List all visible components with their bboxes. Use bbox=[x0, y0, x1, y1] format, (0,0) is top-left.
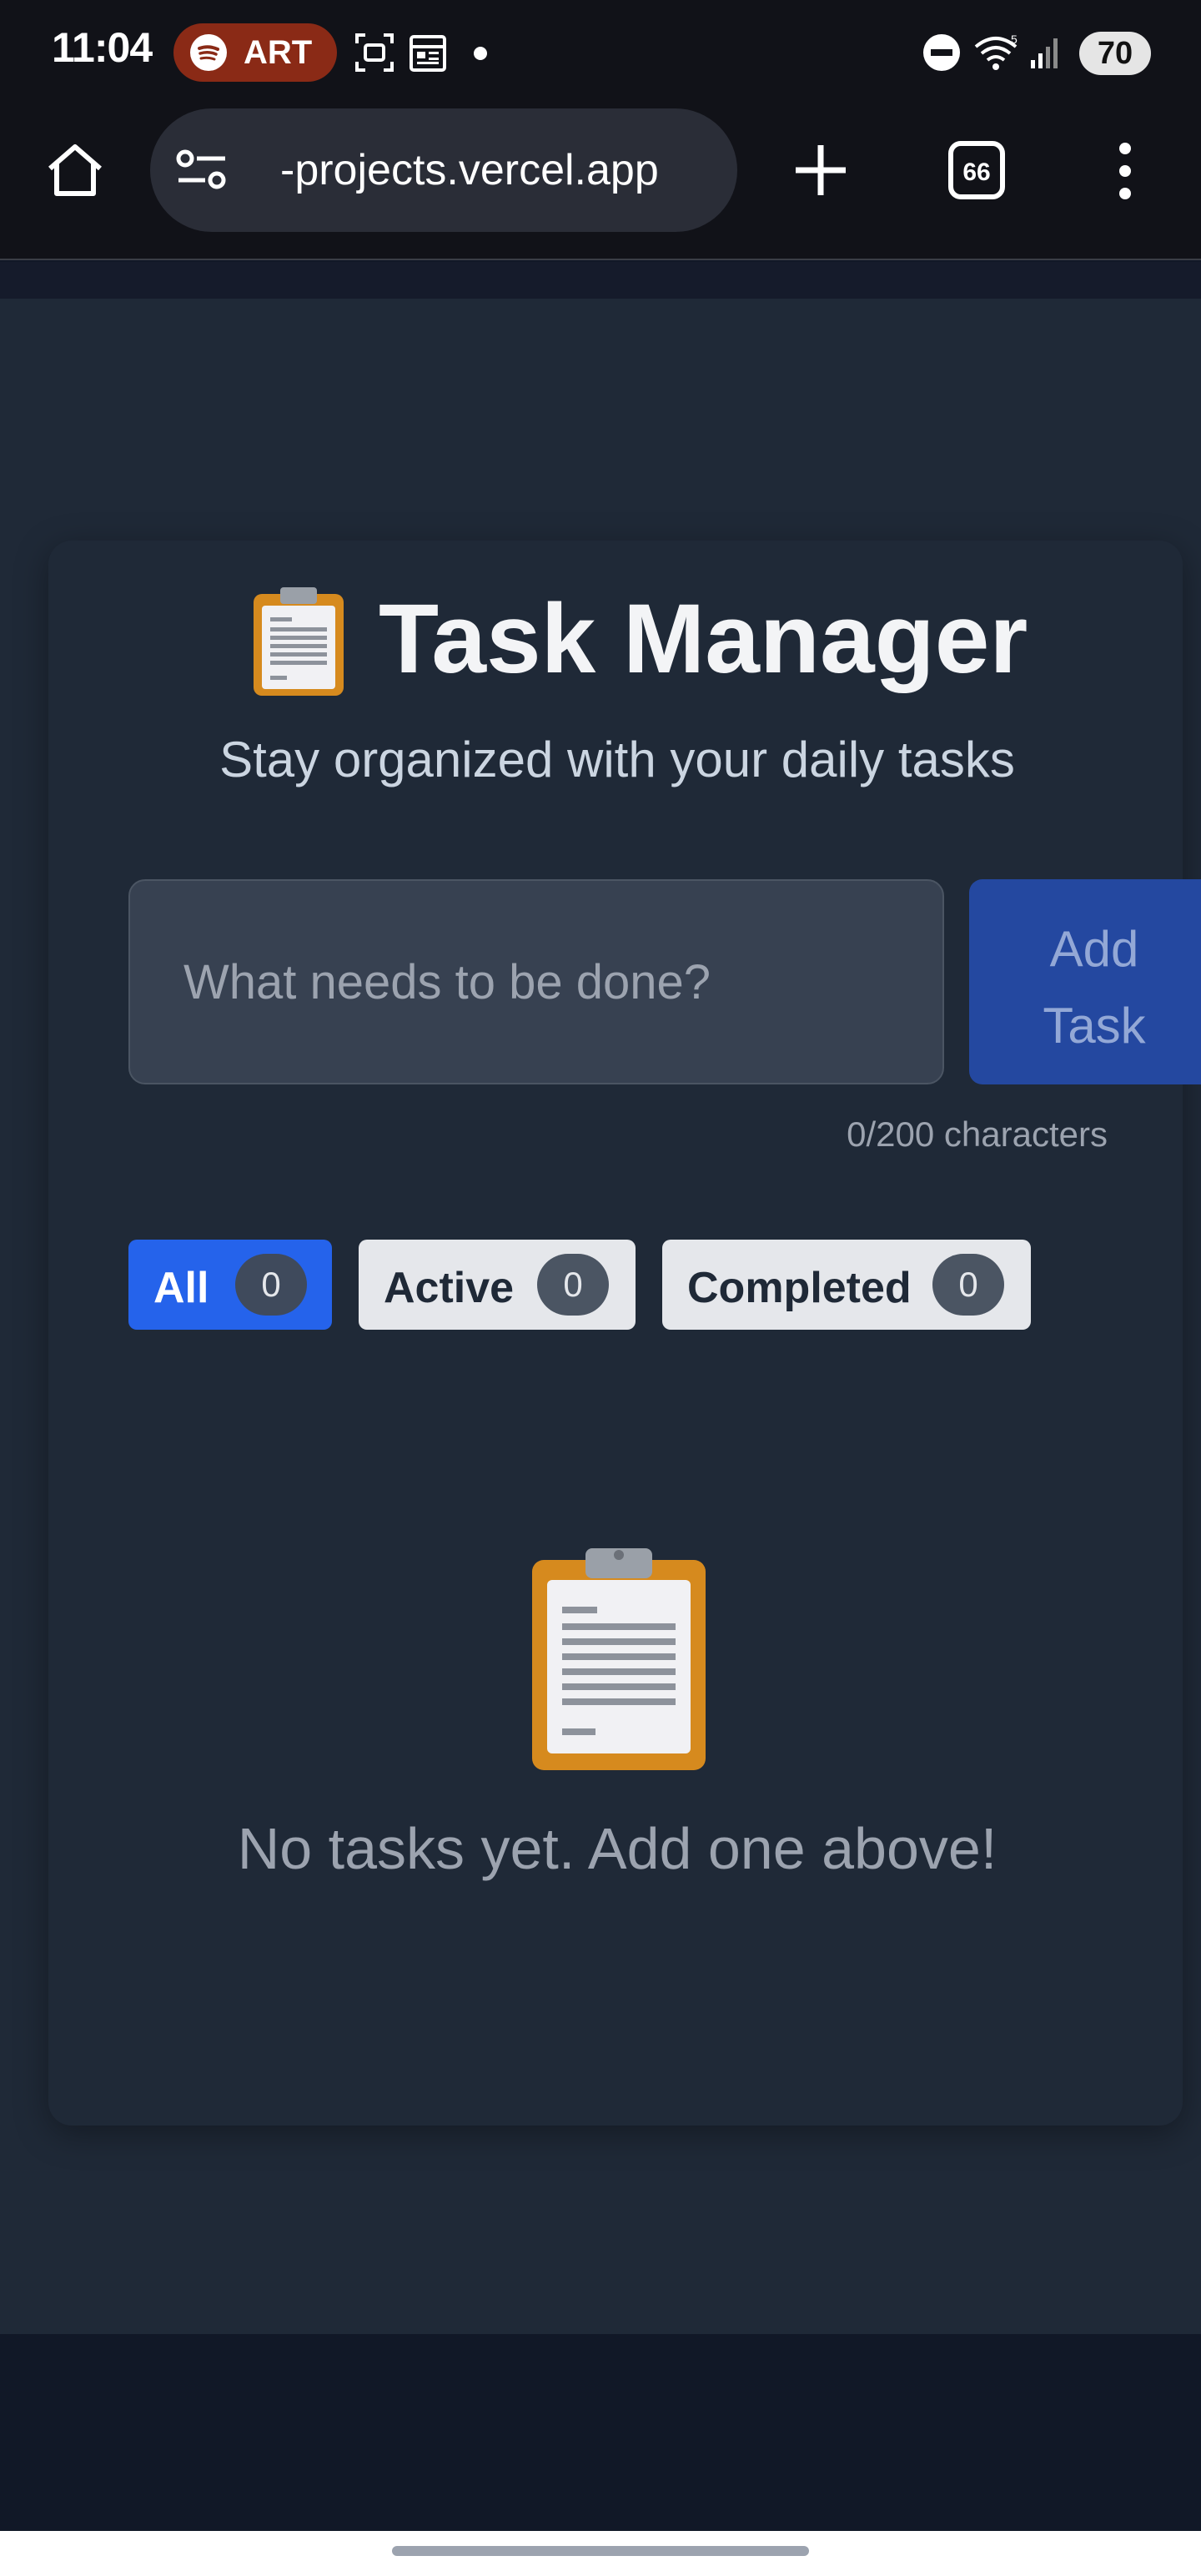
page-title: Task Manager bbox=[379, 584, 1028, 694]
address-bar[interactable]: -projects.vercel.app bbox=[150, 108, 737, 232]
url-text[interactable]: -projects.vercel.app bbox=[280, 145, 659, 195]
dnd-icon bbox=[922, 33, 961, 76]
spotify-icon bbox=[190, 34, 227, 71]
spotify-label: ART bbox=[244, 34, 313, 71]
browser-toolbar: -projects.vercel.app 66 bbox=[0, 103, 1201, 260]
site-settings-icon[interactable] bbox=[175, 147, 229, 198]
filter-count-badge: 0 bbox=[235, 1254, 307, 1316]
home-indicator[interactable] bbox=[392, 2546, 809, 2556]
tabs-icon[interactable]: 66 bbox=[947, 140, 1006, 204]
home-icon[interactable] bbox=[43, 138, 107, 206]
screenshot-icon bbox=[354, 32, 395, 78]
wifi-icon: 5 bbox=[974, 33, 1021, 76]
filter-label: Completed bbox=[687, 1264, 912, 1312]
calendar-icon bbox=[409, 32, 447, 78]
status-bar: 11:04 ART 5 70 bbox=[0, 0, 1201, 103]
menu-icon[interactable] bbox=[1111, 142, 1139, 204]
url-fade bbox=[254, 145, 279, 195]
new-tab-icon[interactable] bbox=[792, 142, 849, 203]
empty-state-message: No tasks yet. Add one above! bbox=[237, 1816, 997, 1881]
task-input[interactable] bbox=[128, 879, 944, 1084]
filter-count-badge: 0 bbox=[537, 1254, 609, 1316]
tab-count: 66 bbox=[962, 158, 990, 186]
notification-dot bbox=[474, 47, 487, 60]
clipboard-title-icon bbox=[250, 586, 344, 699]
filter-completed[interactable]: Completed 0 bbox=[662, 1240, 1031, 1330]
spotify-notification[interactable]: ART bbox=[173, 23, 337, 82]
char-counter: 0/200 characters bbox=[847, 1114, 1108, 1154]
add-task-button[interactable]: Add Task bbox=[969, 879, 1201, 1084]
filter-active[interactable]: Active 0 bbox=[359, 1240, 636, 1330]
page-top-band bbox=[0, 262, 1201, 299]
battery-indicator: 70 bbox=[1079, 32, 1151, 75]
page-subtitle: Stay organized with your daily tasks bbox=[219, 732, 1015, 787]
filter-label: All bbox=[153, 1264, 209, 1312]
filter-all[interactable]: All 0 bbox=[128, 1240, 332, 1330]
clipboard-empty-icon bbox=[529, 1547, 709, 1778]
filter-count-badge: 0 bbox=[932, 1254, 1004, 1316]
status-time: 11:04 bbox=[52, 24, 153, 71]
signal-icon bbox=[1029, 35, 1063, 74]
svg-text:5: 5 bbox=[1011, 33, 1018, 46]
filter-label: Active bbox=[384, 1264, 515, 1312]
